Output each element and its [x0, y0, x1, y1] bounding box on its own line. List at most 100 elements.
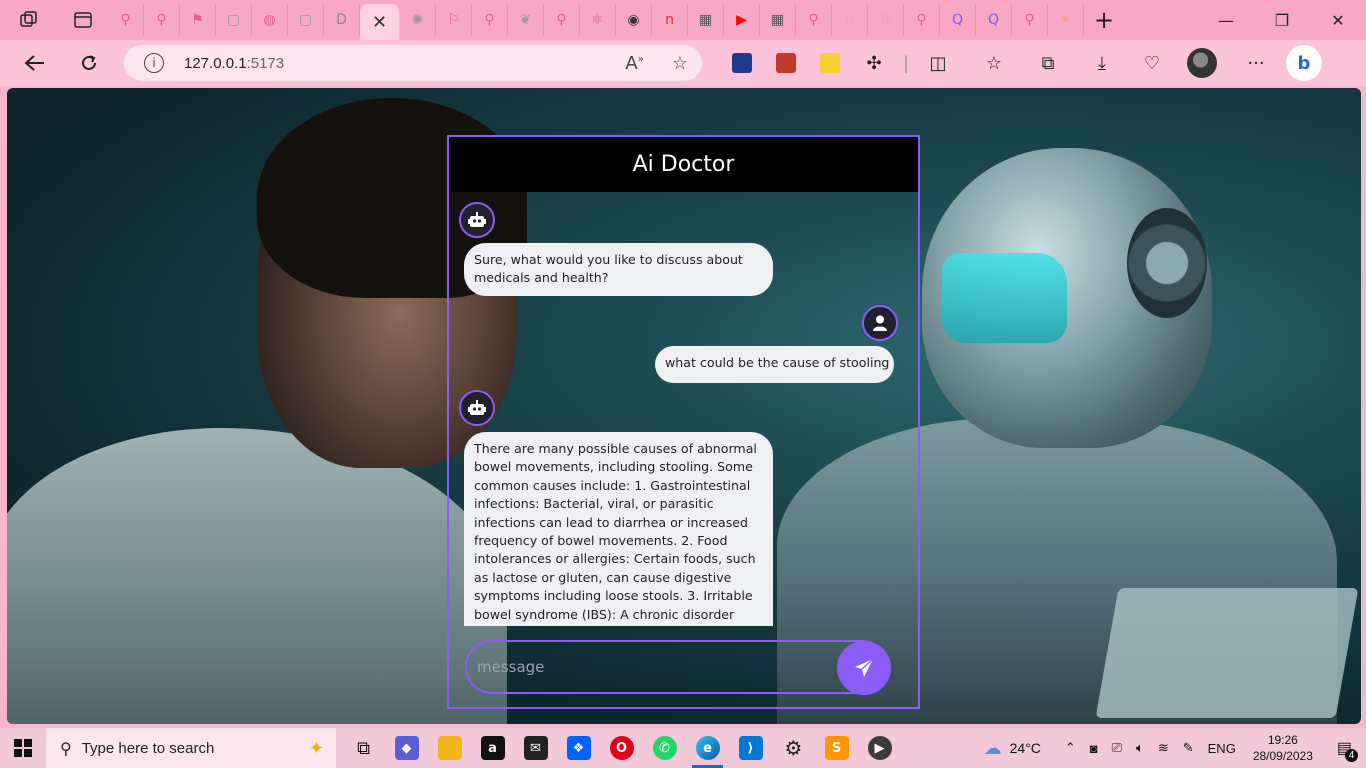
- browser-tab[interactable]: ▢: [216, 4, 252, 36]
- copilot-app[interactable]: ◆: [385, 728, 428, 768]
- browser-tab[interactable]: ⚛: [580, 4, 616, 36]
- browser-tab[interactable]: n: [652, 4, 688, 36]
- browser-tab[interactable]: ✺: [400, 4, 436, 36]
- browser-tab[interactable]: ⚲: [144, 4, 180, 36]
- vscode-app[interactable]: ⟩: [729, 728, 772, 768]
- amazon-app[interactable]: a: [471, 728, 514, 768]
- browser-tab[interactable]: ⚲: [472, 4, 508, 36]
- extension-yellow-icon[interactable]: [808, 43, 852, 83]
- minimize-button[interactable]: —: [1198, 0, 1254, 40]
- notifications-button[interactable]: ▤ 4: [1323, 728, 1366, 768]
- bing-copilot-button[interactable]: b: [1282, 43, 1326, 83]
- settings-app[interactable]: ⚙: [772, 728, 815, 768]
- tab-actions-button[interactable]: [0, 0, 58, 40]
- network-icon[interactable]: ≋: [1151, 728, 1176, 768]
- opera-app[interactable]: O: [600, 728, 643, 768]
- browser-tab[interactable]: ❦: [508, 4, 544, 36]
- favorites-icon[interactable]: ☆: [972, 43, 1016, 83]
- browser-tab[interactable]: ◉: [616, 4, 652, 36]
- mail-app[interactable]: ✉: [514, 728, 557, 768]
- browser-tab[interactable]: ✶: [1048, 4, 1084, 36]
- browser-tab[interactable]: ⚲: [108, 4, 144, 36]
- browser-tab[interactable]: ⚐: [436, 4, 472, 36]
- copilot-icon: ◆: [394, 736, 419, 760]
- extension-blue-icon[interactable]: [720, 43, 764, 83]
- edge-app[interactable]: e: [686, 728, 729, 768]
- collections-icon[interactable]: ⧉: [1026, 43, 1070, 83]
- favorite-star-icon[interactable]: ☆: [672, 53, 688, 74]
- browser-tab[interactable]: Q: [940, 4, 976, 36]
- dropbox-app[interactable]: ❖: [557, 728, 600, 768]
- volume-icon[interactable]: 🔈︎: [1129, 728, 1151, 768]
- sort-icon: ⇅: [843, 12, 856, 28]
- tab-active[interactable]: ✕: [360, 4, 400, 40]
- downloads-icon[interactable]: ⤓: [1080, 43, 1124, 83]
- browser-tab[interactable]: ⇅: [868, 4, 904, 36]
- mail-icon: ✉: [523, 736, 548, 760]
- browser-tab[interactable]: ▦: [688, 4, 724, 36]
- webcam-icon[interactable]: ◙: [1083, 728, 1105, 768]
- pen-icon[interactable]: ✎: [1176, 728, 1201, 768]
- sort-icon: ⇅: [879, 12, 892, 28]
- url-port: :5173: [246, 54, 285, 72]
- browser-tab[interactable]: ▢: [288, 4, 324, 36]
- file-explorer-app[interactable]: [428, 728, 471, 768]
- extensions-puzzle-icon[interactable]: ✣: [852, 43, 896, 83]
- restore-button[interactable]: ❐: [1254, 0, 1310, 40]
- reload-icon: [82, 55, 96, 70]
- chat-panel: Ai Doctor Sure, what would you like to d…: [447, 135, 920, 709]
- clock[interactable]: 19:26 28/09/2023: [1243, 728, 1323, 768]
- start-button[interactable]: [0, 728, 46, 768]
- whatsapp-app[interactable]: ✆: [643, 728, 686, 768]
- browser-tab[interactable]: ⚲: [1012, 4, 1048, 36]
- display-icon[interactable]: ⎚: [1105, 728, 1129, 768]
- search-icon: ⚲: [808, 12, 819, 28]
- browser-tab[interactable]: ⚲: [544, 4, 580, 36]
- sublime-app[interactable]: S: [815, 728, 858, 768]
- extension-red-icon[interactable]: [764, 43, 808, 83]
- browser-tab[interactable]: D: [324, 4, 360, 36]
- site-info-icon[interactable]: i: [144, 53, 164, 73]
- weather-widget[interactable]: ☁ 24°C: [977, 728, 1048, 768]
- split-screen-icon[interactable]: ◫: [916, 43, 960, 83]
- language-indicator[interactable]: ENG: [1201, 728, 1243, 768]
- notification-count: 4: [1345, 749, 1358, 762]
- browser-tab[interactable]: Q: [976, 4, 1012, 36]
- browser-tab[interactable]: ◍: [252, 4, 288, 36]
- bot-message-bubble: There are many possible causes of abnorm…: [464, 432, 773, 626]
- flag-icon: ⚐: [447, 12, 460, 28]
- browser-tab[interactable]: ⇅: [832, 4, 868, 36]
- send-button[interactable]: [837, 641, 891, 695]
- message-input[interactable]: [477, 658, 817, 676]
- address-bar[interactable]: i 127.0.0.1:5173 A» ☆: [124, 45, 702, 81]
- close-icon[interactable]: ✕: [372, 12, 387, 33]
- message-list[interactable]: Sure, what would you like to discuss abo…: [449, 192, 918, 626]
- browser-tab[interactable]: ⚑: [180, 4, 216, 36]
- folder-icon: [437, 736, 462, 760]
- address-url[interactable]: 127.0.0.1:5173: [184, 55, 284, 72]
- browser-tab[interactable]: ⚲: [796, 4, 832, 36]
- toolbar-divider: |: [902, 52, 910, 74]
- profile-avatar[interactable]: [1180, 43, 1224, 83]
- taskbar-search[interactable]: ⚲ Type here to search ✦: [46, 728, 336, 768]
- browser-tab[interactable]: ⚲: [904, 4, 940, 36]
- tab-strip: ⚲ ⚲ ⚑ ▢ ◍ ▢ D ✕ ✺ ⚐ ⚲ ❦ ⚲ ⚛ ◉ n ▦ ▶ ▦ ⚲ ⇅ ⇅ ⚲ Q Q ⚲ ✶ + — ❐ ✕: [0, 0, 1366, 40]
- windows-logo-icon: [14, 739, 32, 757]
- back-button[interactable]: [12, 43, 58, 83]
- dropbox-icon: ❖: [566, 736, 591, 760]
- settings-more-icon[interactable]: ···: [1234, 43, 1278, 83]
- gear-icon: ⚙: [784, 736, 803, 760]
- browser-tab[interactable]: ▶: [724, 4, 760, 36]
- browser-tab[interactable]: ▦: [760, 4, 796, 36]
- url-host: 127.0.0.1: [184, 54, 247, 72]
- task-view-button[interactable]: ⧉: [342, 728, 385, 768]
- close-window-button[interactable]: ✕: [1310, 0, 1366, 40]
- browser-essentials-icon[interactable]: ♡: [1130, 43, 1174, 83]
- media-player-app[interactable]: ▶: [858, 728, 901, 768]
- read-aloud-icon[interactable]: A»: [625, 53, 643, 74]
- new-tab-button[interactable]: +: [1084, 4, 1124, 36]
- chat-header: Ai Doctor: [449, 137, 918, 192]
- show-hidden-icons[interactable]: ⌃: [1058, 728, 1083, 768]
- vertical-tabs-button[interactable]: [58, 0, 108, 40]
- reload-button[interactable]: [66, 43, 112, 83]
